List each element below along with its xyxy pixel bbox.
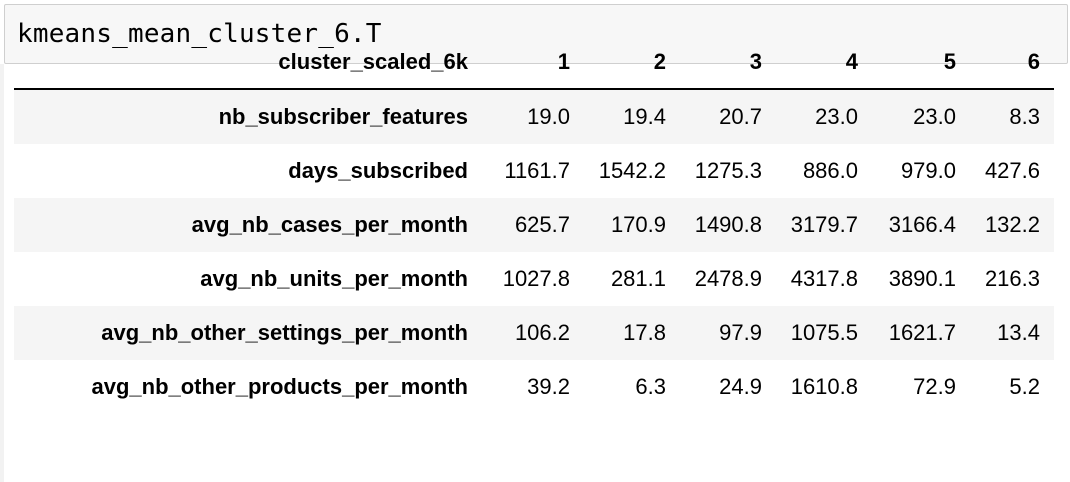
table-cell: 979.0: [900, 158, 956, 183]
table-cell: 106.2: [514, 320, 570, 345]
table-cell: 8.3: [1009, 104, 1040, 129]
table-cell: 1027.8: [502, 266, 570, 291]
row-label: days_subscribed: [288, 158, 468, 183]
table-cell: 24.9: [719, 374, 762, 399]
table-cell: 4317.8: [790, 266, 858, 291]
table-row: avg_nb_units_per_month 1027.8 281.1 2478…: [14, 252, 1054, 306]
table-cell: 13.4: [997, 320, 1040, 345]
column-header: 2: [578, 36, 674, 90]
table-cell: 23.0: [913, 104, 956, 129]
table-cell: 19.4: [623, 104, 666, 129]
table-cell: 5.2: [1009, 374, 1040, 399]
table-cell: 1610.8: [790, 374, 858, 399]
table-row: avg_nb_other_products_per_month 39.2 6.3…: [14, 360, 1054, 414]
table-cell: 39.2: [527, 374, 570, 399]
table-cell: 72.9: [913, 374, 956, 399]
table-row: avg_nb_other_settings_per_month 106.2 17…: [14, 306, 1054, 360]
table-cell: 6.3: [635, 374, 666, 399]
table-cell: 1275.3: [694, 158, 762, 183]
table-cell: 3166.4: [888, 212, 956, 237]
dataframe-table: cluster_scaled_6k 1 2 3 4 5 6 nb_subscri…: [14, 36, 1054, 414]
table-cell: 1621.7: [888, 320, 956, 345]
table-cell: 97.9: [719, 320, 762, 345]
table-cell: 1490.8: [694, 212, 762, 237]
column-header: 4: [770, 36, 866, 90]
table-cell: 281.1: [610, 266, 666, 291]
table-cell: 19.0: [527, 104, 570, 129]
row-label: avg_nb_other_settings_per_month: [101, 320, 468, 345]
table-cell: 3890.1: [888, 266, 956, 291]
table-row: days_subscribed 1161.7 1542.2 1275.3 886…: [14, 144, 1054, 198]
table-cell: 886.0: [802, 158, 858, 183]
column-header: 1: [480, 36, 578, 90]
table-cell: 23.0: [815, 104, 858, 129]
table-cell: 17.8: [623, 320, 666, 345]
table-header-row: cluster_scaled_6k 1 2 3 4 5 6: [14, 36, 1054, 90]
table-cell: 2478.9: [694, 266, 762, 291]
table-cell: 20.7: [719, 104, 762, 129]
table-row: nb_subscriber_features 19.0 19.4 20.7 23…: [14, 89, 1054, 144]
table-cell: 427.6: [984, 158, 1040, 183]
index-header: cluster_scaled_6k: [14, 36, 480, 90]
table-cell: 216.3: [984, 266, 1040, 291]
table-cell: 1075.5: [790, 320, 858, 345]
row-label: nb_subscriber_features: [218, 104, 468, 129]
row-label: avg_nb_cases_per_month: [191, 212, 468, 237]
table-cell: 1542.2: [598, 158, 666, 183]
row-label: avg_nb_other_products_per_month: [91, 374, 468, 399]
table-cell: 132.2: [984, 212, 1040, 237]
table-row: avg_nb_cases_per_month 625.7 170.9 1490.…: [14, 198, 1054, 252]
table-cell: 625.7: [514, 212, 570, 237]
column-header: 5: [866, 36, 964, 90]
output-gutter: [0, 64, 4, 482]
row-label: avg_nb_units_per_month: [200, 266, 468, 291]
table-cell: 1161.7: [504, 158, 570, 183]
column-header: 6: [964, 36, 1054, 90]
table-cell: 3179.7: [790, 212, 858, 237]
table-cell: 170.9: [610, 212, 666, 237]
column-header: 3: [674, 36, 770, 90]
